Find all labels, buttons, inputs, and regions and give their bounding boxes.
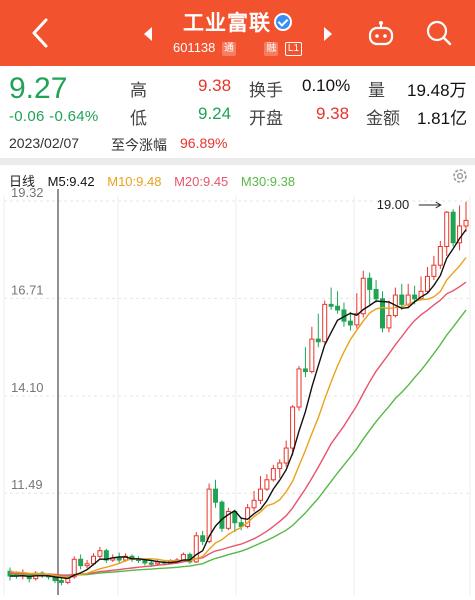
candle-down bbox=[335, 305, 341, 311]
candlestick-chart[interactable]: 19.32 16.71 14.10 11.49 19.00 bbox=[0, 165, 475, 600]
candle-down bbox=[148, 562, 154, 565]
change-percent: -0.64% bbox=[49, 108, 99, 125]
y-tick-label: 11.49 bbox=[11, 477, 43, 492]
robot-assistant-icon[interactable] bbox=[367, 20, 395, 48]
candle-up bbox=[405, 294, 411, 305]
amount-value: 1.81亿 bbox=[417, 109, 468, 128]
candle-up bbox=[424, 275, 430, 292]
stock-code: 601138 bbox=[172, 40, 216, 55]
candle-down bbox=[213, 488, 219, 503]
candle-up bbox=[290, 406, 296, 449]
verified-icon bbox=[274, 13, 292, 31]
candle-up bbox=[444, 211, 450, 248]
quote-date: 2023/02/07 bbox=[9, 135, 80, 151]
ma20-line bbox=[9, 281, 467, 576]
search-icon[interactable] bbox=[425, 19, 453, 47]
change-value: -0.06 bbox=[9, 108, 45, 125]
y-tick-label: 14.10 bbox=[11, 380, 44, 395]
volume-value: 19.48万 bbox=[407, 81, 467, 100]
candle-down bbox=[200, 535, 206, 542]
candle-up bbox=[84, 563, 90, 567]
candle-down bbox=[373, 288, 379, 300]
candle-up bbox=[283, 447, 289, 464]
candle-up bbox=[386, 315, 392, 329]
low-value: 9.24 bbox=[198, 104, 232, 123]
candle-up bbox=[264, 479, 270, 490]
badge-level: L1 bbox=[284, 41, 303, 56]
candle-down bbox=[78, 558, 84, 567]
kline-chart-area[interactable]: 日线 M5:9.42 M10:9.48 M20:9.45 M30:9.38 19… bbox=[0, 165, 475, 600]
open-label: 开盘 bbox=[249, 109, 283, 128]
high-value: 9.38 bbox=[198, 76, 232, 95]
high-label: 高 bbox=[130, 81, 147, 100]
candle-down bbox=[399, 294, 405, 305]
candle-up bbox=[277, 462, 283, 470]
since-label: 至今涨幅 bbox=[111, 137, 167, 153]
max-price-marker: 19.00 bbox=[377, 197, 410, 212]
candle-up bbox=[180, 553, 186, 561]
y-tick-label: 19.32 bbox=[11, 185, 44, 200]
candle-up bbox=[97, 550, 103, 557]
amount-label: 金额 bbox=[366, 109, 400, 128]
stock-title: 工业富联 bbox=[0, 7, 475, 37]
candle-down bbox=[412, 294, 418, 300]
badge-rong: 融 bbox=[264, 41, 279, 56]
candle-up bbox=[463, 219, 469, 227]
candle-down bbox=[347, 320, 353, 326]
turnover-label: 换手 bbox=[249, 81, 283, 100]
section-divider bbox=[0, 158, 475, 165]
stock-subline: 601138 通 融 L1 bbox=[0, 40, 475, 56]
turnover-value: 0.10% bbox=[302, 76, 351, 95]
candle-down bbox=[58, 580, 64, 583]
since-value: 96.89% bbox=[180, 135, 228, 151]
y-tick-label: 16.71 bbox=[11, 282, 44, 297]
candle-down bbox=[367, 277, 373, 290]
candle-down bbox=[315, 338, 321, 343]
candle-up bbox=[270, 468, 276, 481]
badge-tong: 通 bbox=[222, 41, 237, 56]
quote-panel: 9.27 -0.06 -0.64% 高 9.38 换手 0.10% 量 19.4… bbox=[0, 66, 475, 158]
stock-header: 工业富联 601138 通 融 L1 bbox=[0, 0, 475, 66]
candle-down bbox=[302, 368, 308, 373]
next-stock-icon[interactable] bbox=[324, 27, 332, 41]
candle-up bbox=[431, 264, 437, 277]
current-price: 9.27 bbox=[9, 72, 68, 105]
candle-up bbox=[309, 338, 315, 373]
candle-up bbox=[322, 303, 328, 343]
candle-down bbox=[219, 501, 225, 529]
ma5-line bbox=[10, 229, 467, 580]
candle-down bbox=[380, 298, 385, 329]
volume-label: 量 bbox=[368, 81, 385, 100]
price-change: -0.06 -0.64% bbox=[9, 108, 99, 125]
ma30-line bbox=[10, 309, 467, 577]
candle-down bbox=[328, 303, 334, 307]
open-value: 9.38 bbox=[316, 104, 350, 123]
candle-up bbox=[437, 246, 443, 266]
candle-up bbox=[296, 368, 302, 408]
low-label: 低 bbox=[130, 109, 147, 128]
candle-down bbox=[116, 557, 122, 561]
candle-up bbox=[257, 488, 263, 501]
candle-up bbox=[251, 499, 257, 509]
stock-name: 工业富联 bbox=[183, 12, 271, 35]
candle-down bbox=[450, 211, 456, 244]
